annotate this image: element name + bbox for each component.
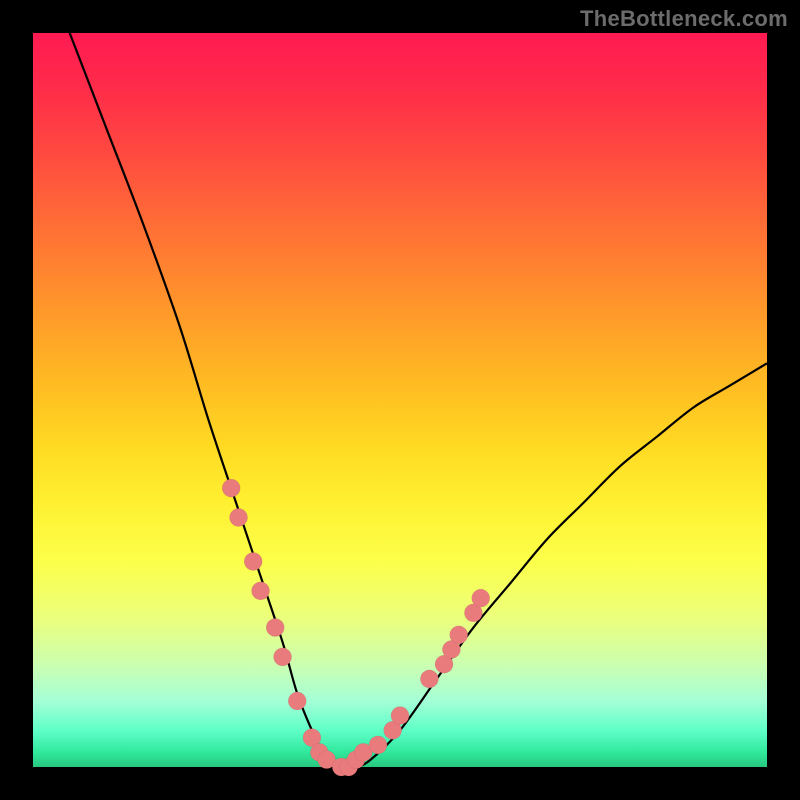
data-point <box>420 670 438 688</box>
chart-svg <box>33 33 767 767</box>
bottleneck-curve <box>70 33 767 768</box>
data-point <box>230 508 248 526</box>
data-point <box>222 479 240 497</box>
data-point <box>450 626 468 644</box>
data-point <box>266 619 284 637</box>
data-point <box>391 707 409 725</box>
data-point <box>274 648 292 666</box>
data-point <box>472 589 490 607</box>
data-point <box>369 736 387 754</box>
data-point <box>244 552 262 570</box>
data-point <box>288 692 306 710</box>
chart-plot-area <box>33 33 767 767</box>
watermark-text: TheBottleneck.com <box>580 6 788 32</box>
data-point <box>252 582 270 600</box>
data-points-group <box>222 479 490 776</box>
